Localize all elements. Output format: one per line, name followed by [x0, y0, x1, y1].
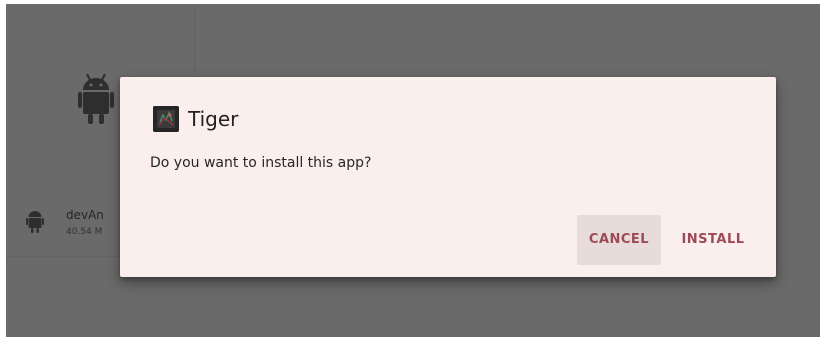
android-file-icon: [26, 210, 44, 234]
install-dialog: Tiger Do you want to install this app? C…: [120, 77, 776, 277]
dialog-title: Tiger: [188, 107, 239, 131]
background-divider: [194, 4, 195, 74]
cancel-button[interactable]: CANCEL: [577, 215, 661, 265]
app-icon: [153, 106, 179, 132]
screen: devAn 40.54 M Tiger Do you want to insta…: [6, 4, 820, 337]
install-button[interactable]: INSTALL: [675, 215, 751, 265]
dialog-message: Do you want to install this app?: [150, 155, 372, 171]
file-size: 40.54 M: [66, 227, 103, 237]
android-icon: [78, 72, 114, 126]
file-name: devAn: [66, 208, 104, 222]
